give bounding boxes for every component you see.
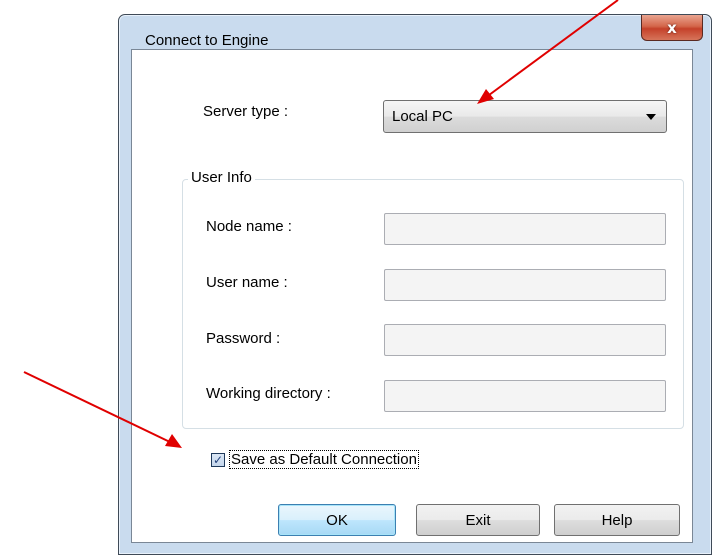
user-name-field[interactable] <box>384 269 666 301</box>
password-label: Password : <box>206 330 281 347</box>
node-name-label: Node name : <box>206 218 292 235</box>
close-icon: x <box>667 18 677 37</box>
node-name-field[interactable] <box>384 213 666 245</box>
ok-button[interactable]: OK <box>278 504 396 536</box>
server-type-label: Server type : <box>203 103 289 120</box>
chevron-down-icon <box>646 114 656 120</box>
server-type-value: Local PC <box>392 108 453 125</box>
user-name-label: User name : <box>206 274 288 291</box>
server-type-select[interactable]: Local PC <box>383 100 667 133</box>
close-button[interactable]: x <box>641 15 703 41</box>
user-info-legend: User Info <box>188 169 255 186</box>
dialog-body: Server type : Local PC User Info Node na… <box>131 49 693 543</box>
password-field[interactable] <box>384 324 666 356</box>
checkmark-icon: ✓ <box>212 453 224 467</box>
working-directory-field[interactable] <box>384 380 666 412</box>
dialog-title: Connect to Engine <box>145 32 269 49</box>
working-directory-label: Working directory : <box>206 385 331 402</box>
default-connection-label[interactable]: Save as Default Connection <box>229 450 419 469</box>
connect-dialog: Connect to Engine x Server type : Local … <box>118 14 712 555</box>
title-bar[interactable]: Connect to Engine x <box>119 15 711 51</box>
exit-button[interactable]: Exit <box>416 504 540 536</box>
default-connection-checkbox[interactable]: ✓ <box>211 453 225 467</box>
help-button[interactable]: Help <box>554 504 680 536</box>
